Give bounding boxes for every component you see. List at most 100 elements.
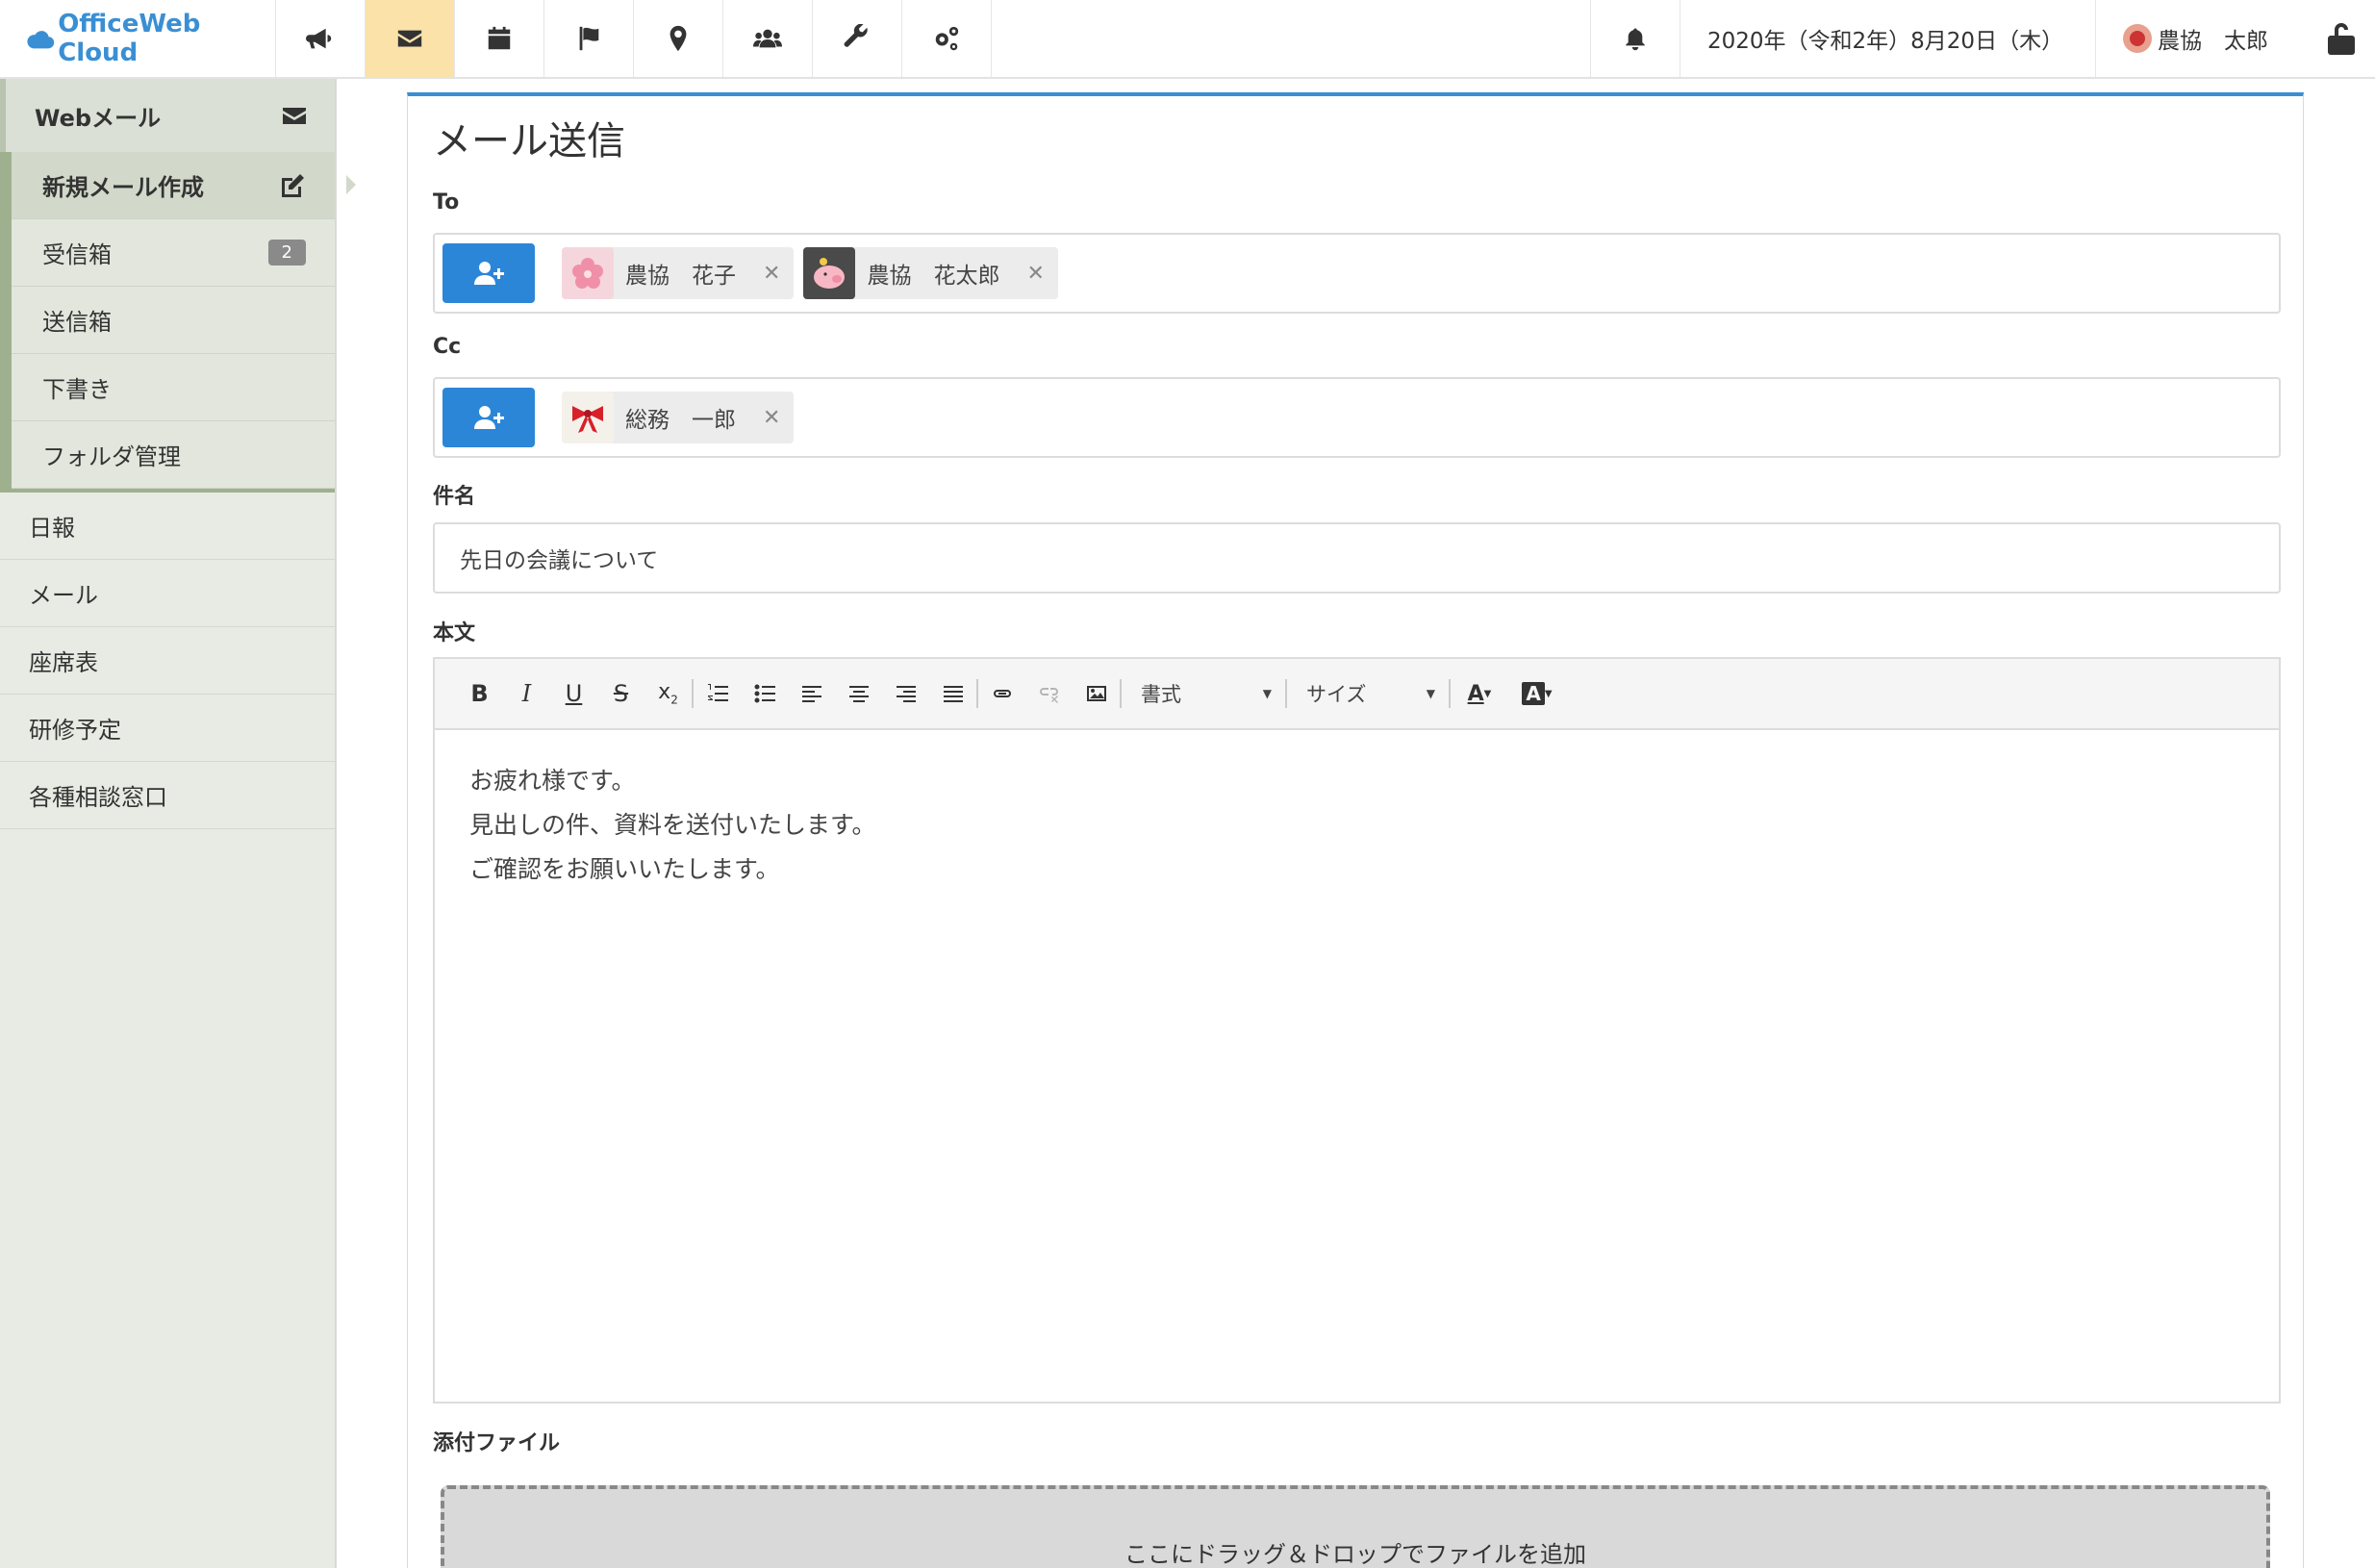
strikethrough-button[interactable]: S bbox=[597, 674, 644, 713]
sidebar-item-drafts[interactable]: 下書き bbox=[12, 354, 335, 421]
ribbon-avatar bbox=[562, 392, 614, 443]
nav-users[interactable] bbox=[723, 0, 813, 77]
sidebar-item-label: 送信箱 bbox=[42, 309, 112, 336]
flower-avatar bbox=[562, 247, 614, 299]
cc-label: Cc bbox=[433, 335, 462, 359]
sidebar-item-label: 下書き bbox=[42, 376, 112, 403]
add-cc-recipient-button[interactable] bbox=[442, 388, 535, 447]
sidebar-item-mail[interactable]: メール bbox=[0, 560, 335, 627]
to-label: To bbox=[433, 190, 460, 215]
nav-map[interactable] bbox=[634, 0, 723, 77]
sidebar-item-inbox[interactable]: 受信箱 2 bbox=[12, 219, 335, 287]
recipient-name: 農協 花太郎 bbox=[867, 264, 1000, 289]
sidebar-header-label: Webメール bbox=[35, 104, 162, 132]
subscript-button[interactable]: x2 bbox=[644, 674, 692, 713]
logout-button[interactable] bbox=[2308, 0, 2375, 77]
insert-link-button[interactable] bbox=[978, 674, 1025, 713]
body-line: 見出しの件、資料を送付いたします。 bbox=[469, 811, 876, 839]
recipient-chip: 農協 花太郎 ✕ bbox=[803, 247, 1058, 299]
sidebar-item-label: フォルダ管理 bbox=[42, 443, 181, 470]
remove-recipient-icon[interactable]: ✕ bbox=[1026, 262, 1044, 286]
caret-down-icon: ▼ bbox=[1483, 688, 1492, 699]
sidebar-item-consultation[interactable]: 各種相談窓口 bbox=[0, 762, 335, 829]
to-field[interactable]: 農協 花子 ✕ 農協 花太郎 ✕ bbox=[433, 233, 2281, 314]
cc-field[interactable]: 総務 一郎 ✕ bbox=[433, 377, 2281, 458]
body-line: お疲れ様です。 bbox=[469, 767, 636, 795]
align-right-icon bbox=[896, 686, 916, 702]
ordered-list-button[interactable] bbox=[694, 674, 741, 713]
nav-settings[interactable] bbox=[902, 0, 992, 77]
sidebar: Webメール 新規メール作成 受信箱 2 送信箱 下書き フォルダ管理 日報 メ… bbox=[0, 79, 356, 1568]
body-label: 本文 bbox=[433, 621, 476, 645]
remove-recipient-icon[interactable]: ✕ bbox=[763, 262, 780, 286]
user-plus-icon bbox=[474, 406, 504, 429]
user-avatar bbox=[2123, 24, 2152, 53]
background-color-button[interactable]: A ▼ bbox=[1508, 674, 1566, 713]
bold-button[interactable]: B bbox=[456, 674, 503, 713]
align-center-icon bbox=[848, 686, 869, 702]
nav-mail[interactable] bbox=[366, 0, 455, 77]
sidebar-item-seating-chart[interactable]: 座席表 bbox=[0, 627, 335, 695]
sidebar-item-training[interactable]: 研修予定 bbox=[0, 695, 335, 762]
text-color-icon: A bbox=[1467, 681, 1484, 706]
sidebar-webmail-submenu: 新規メール作成 受信箱 2 送信箱 下書き フォルダ管理 bbox=[0, 152, 356, 489]
editor-toolbar: B I U S x2 書式 ▼ サイズ ▼ A ▼ A ▼ bbox=[435, 659, 2279, 730]
unlink-icon bbox=[1039, 688, 1058, 703]
bullet-list-button[interactable] bbox=[741, 674, 788, 713]
sidebar-item-folders[interactable]: フォルダ管理 bbox=[12, 421, 335, 489]
pig-avatar bbox=[803, 247, 856, 299]
brand-logo[interactable]: OfficeWeb Cloud bbox=[0, 0, 276, 77]
align-center-button[interactable] bbox=[835, 674, 882, 713]
compose-panel: メール送信 To 農協 花子 ✕ 農協 花太郎 ✕ Cc 総務 一郎 ✕ 件名 … bbox=[407, 92, 2304, 1568]
bold-icon: B bbox=[470, 680, 489, 707]
insert-image-button[interactable] bbox=[1073, 674, 1120, 713]
text-color-button[interactable]: A ▼ bbox=[1451, 674, 1508, 713]
unlink-button[interactable] bbox=[1025, 674, 1073, 713]
notifications-button[interactable] bbox=[1590, 0, 1680, 77]
underline-button[interactable]: U bbox=[550, 674, 597, 713]
sidebar-item-outbox[interactable]: 送信箱 bbox=[12, 287, 335, 354]
users-icon bbox=[753, 29, 782, 48]
caret-down-icon: ▼ bbox=[1262, 687, 1272, 700]
align-right-button[interactable] bbox=[882, 674, 929, 713]
user-plus-icon bbox=[474, 262, 504, 285]
file-dropzone[interactable]: ここにドラッグ＆ドロップでファイルを追加 bbox=[441, 1485, 2270, 1568]
caret-down-icon: ▼ bbox=[1426, 687, 1435, 700]
sidebar-webmail-header[interactable]: Webメール bbox=[0, 79, 335, 152]
top-bar: OfficeWeb Cloud 2020年（令和2年）8月20日（木） 農協 太… bbox=[0, 0, 2375, 79]
dropzone-text: ここにドラッグ＆ドロップでファイルを追加 bbox=[1124, 1541, 1586, 1568]
sidebar-item-compose[interactable]: 新規メール作成 bbox=[12, 152, 356, 219]
add-to-recipient-button[interactable] bbox=[442, 243, 535, 303]
remove-recipient-icon[interactable]: ✕ bbox=[763, 406, 780, 430]
recipient-chip: 総務 一郎 ✕ bbox=[562, 392, 795, 443]
editor-body[interactable]: お疲れ様です。 見出しの件、資料を送付いたします。 ご確認をお願いいたします。 bbox=[435, 730, 2279, 921]
wrench-icon bbox=[844, 24, 868, 47]
user-name: 農協 太郎 bbox=[2158, 29, 2268, 54]
italic-button[interactable]: I bbox=[503, 674, 550, 713]
nav-tools[interactable] bbox=[813, 0, 902, 77]
edit-icon bbox=[282, 173, 304, 197]
align-left-button[interactable] bbox=[788, 674, 835, 713]
sidebar-item-daily-report[interactable]: 日報 bbox=[0, 493, 335, 560]
nav-announcements[interactable] bbox=[276, 0, 366, 77]
unlock-icon bbox=[2328, 23, 2355, 55]
nav-calendar[interactable] bbox=[455, 0, 544, 77]
subject-input[interactable]: 先日の会議について bbox=[433, 522, 2281, 594]
body-line: ご確認をお願いいたします。 bbox=[469, 855, 780, 883]
format-dropdown[interactable]: 書式 ▼ bbox=[1122, 674, 1285, 713]
background-color-icon: A bbox=[1522, 682, 1545, 705]
underline-icon: U bbox=[565, 680, 583, 707]
size-dropdown-label: サイズ bbox=[1306, 683, 1367, 706]
cloud-icon bbox=[27, 31, 55, 49]
bell-icon bbox=[1626, 28, 1645, 51]
link-icon bbox=[993, 690, 1011, 697]
envelope-icon bbox=[397, 30, 422, 47]
user-menu[interactable]: 農協 太郎 bbox=[2096, 0, 2308, 77]
align-justify-button[interactable] bbox=[929, 674, 976, 713]
unread-count-badge: 2 bbox=[267, 240, 306, 266]
attachment-label: 添付ファイル bbox=[433, 1431, 561, 1455]
size-dropdown[interactable]: サイズ ▼ bbox=[1287, 674, 1449, 713]
map-marker-icon bbox=[670, 25, 687, 52]
caret-down-icon: ▼ bbox=[1544, 688, 1553, 699]
nav-flag[interactable] bbox=[544, 0, 634, 77]
